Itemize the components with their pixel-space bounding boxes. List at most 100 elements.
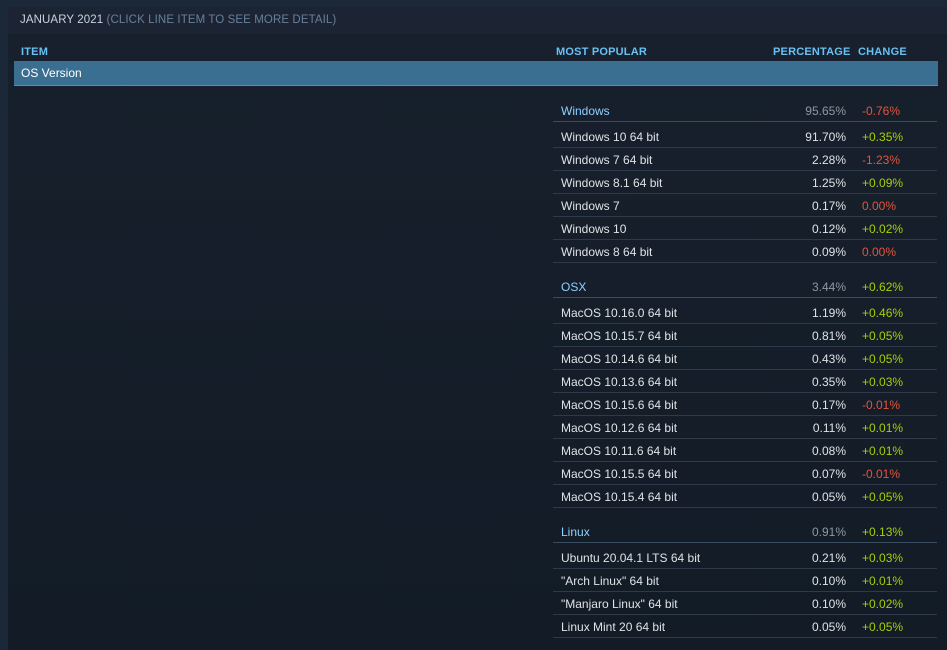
- os-version-row[interactable]: MacOS 10.15.7 64 bit 0.81% +0.05%: [553, 324, 937, 347]
- os-version-row[interactable]: Windows 7 64 bit 2.28% -1.23%: [553, 148, 937, 171]
- os-version-row[interactable]: Linux Mint 20 64 bit 0.05% +0.05%: [553, 615, 937, 638]
- os-version-percentage: 0.35%: [811, 375, 846, 389]
- period-header: JANUARY 2021 (CLICK LINE ITEM TO SEE MOR…: [8, 7, 947, 36]
- survey-page: JANUARY 2021 (CLICK LINE ITEM TO SEE MOR…: [0, 0, 947, 650]
- period-label: JANUARY 2021: [20, 14, 104, 26]
- os-version-name: Windows 8 64 bit: [561, 245, 653, 259]
- os-version-change: +0.35%: [862, 130, 904, 144]
- os-version-percentage: 0.05%: [811, 490, 846, 504]
- os-version-name: Windows 8.1 64 bit: [561, 176, 663, 190]
- os-version-percentage: 0.17%: [811, 199, 846, 213]
- os-version-row[interactable]: MacOS 10.12.6 64 bit 0.11% +0.01%: [553, 416, 937, 439]
- os-version-percentage: 0.10%: [811, 574, 846, 588]
- os-version-percentage: 0.05%: [811, 620, 846, 634]
- os-version-change: +0.01%: [862, 421, 904, 435]
- os-version-name: MacOS 10.15.6 64 bit: [561, 398, 678, 412]
- os-version-row[interactable]: Ubuntu 20.04.1 LTS 64 bit 0.21% +0.03%: [553, 546, 937, 569]
- os-version-name: MacOS 10.15.5 64 bit: [561, 467, 678, 481]
- os-version-name: MacOS 10.16.0 64 bit: [561, 306, 678, 320]
- os-version-change: +0.02%: [862, 222, 904, 236]
- os-version-change: -0.01%: [862, 467, 901, 481]
- column-header-item: ITEM: [21, 46, 49, 58]
- column-header-change: CHANGE: [858, 46, 907, 58]
- os-group-row[interactable]: OSX 3.44% +0.62%: [553, 275, 937, 298]
- os-version-row[interactable]: Windows 10 64 bit 91.70% +0.35%: [553, 125, 937, 148]
- os-version-change: 0.00%: [862, 245, 897, 259]
- os-version-percentage: 0.09%: [811, 245, 846, 259]
- os-version-percentage: 2.28%: [811, 153, 846, 167]
- os-group-name: Windows: [561, 104, 610, 118]
- os-version-change: +0.05%: [862, 352, 904, 366]
- os-version-row[interactable]: MacOS 10.15.4 64 bit 0.05% +0.05%: [553, 485, 937, 508]
- os-version-change: +0.01%: [862, 574, 904, 588]
- os-version-name: MacOS 10.12.6 64 bit: [561, 421, 678, 435]
- os-version-percentage: 91.70%: [805, 130, 846, 144]
- os-version-change: +0.01%: [862, 444, 904, 458]
- os-version-percentage: 0.81%: [811, 329, 846, 343]
- os-version-change: +0.02%: [862, 597, 904, 611]
- os-version-change: -0.01%: [862, 398, 901, 412]
- os-group-change: -0.76%: [862, 104, 901, 118]
- os-version-row[interactable]: Windows 8 64 bit 0.09% 0.00%: [553, 240, 937, 263]
- column-header-percentage: PERCENTAGE: [773, 46, 851, 58]
- os-version-row[interactable]: MacOS 10.15.5 64 bit 0.07% -0.01%: [553, 462, 937, 485]
- os-group-name: Linux: [561, 525, 590, 539]
- os-group-percentage: 95.65%: [805, 104, 846, 118]
- os-version-name: MacOS 10.13.6 64 bit: [561, 375, 678, 389]
- os-version-change: -1.23%: [862, 153, 901, 167]
- os-version-row[interactable]: "Manjaro Linux" 64 bit 0.10% +0.02%: [553, 592, 937, 615]
- os-group-percentage: 3.44%: [811, 280, 846, 294]
- os-version-row[interactable]: "Arch Linux" 64 bit 0.10% +0.01%: [553, 569, 937, 592]
- os-stats-list: Windows 95.65% -0.76% Windows 10 64 bit 91.7…: [553, 99, 937, 638]
- os-version-row[interactable]: Windows 7 0.17% 0.00%: [553, 194, 937, 217]
- os-version-name: Linux Mint 20 64 bit: [561, 620, 666, 634]
- os-version-percentage: 0.21%: [811, 551, 846, 565]
- column-header-most-popular: MOST POPULAR: [556, 46, 648, 58]
- os-version-change: +0.05%: [862, 620, 904, 634]
- os-group-change: +0.13%: [862, 525, 904, 539]
- os-group-row[interactable]: Linux 0.91% +0.13%: [553, 520, 937, 543]
- os-version-percentage: 0.08%: [811, 444, 846, 458]
- os-version-name: MacOS 10.15.4 64 bit: [561, 490, 678, 504]
- os-version-change: +0.05%: [862, 490, 904, 504]
- os-version-percentage: 0.17%: [811, 398, 846, 412]
- os-version-name: "Manjaro Linux" 64 bit: [561, 597, 678, 611]
- os-version-percentage: 1.25%: [811, 176, 846, 190]
- os-version-name: Windows 7 64 bit: [561, 153, 653, 167]
- os-version-change: +0.46%: [862, 306, 904, 320]
- os-version-row[interactable]: Windows 8.1 64 bit 1.25% +0.09%: [553, 171, 937, 194]
- category-row-os-version[interactable]: OS Version: [14, 61, 938, 86]
- os-version-name: MacOS 10.14.6 64 bit: [561, 352, 678, 366]
- os-version-change: +0.05%: [862, 329, 904, 343]
- os-version-name: "Arch Linux" 64 bit: [561, 574, 659, 588]
- period-hint: (CLICK LINE ITEM TO SEE MORE DETAIL): [106, 14, 337, 26]
- os-version-row[interactable]: MacOS 10.16.0 64 bit 1.19% +0.46%: [553, 301, 937, 324]
- os-version-percentage: 0.12%: [811, 222, 846, 236]
- os-version-row[interactable]: MacOS 10.11.6 64 bit 0.08% +0.01%: [553, 439, 937, 462]
- os-version-percentage: 0.07%: [811, 467, 846, 481]
- period-title: JANUARY 2021 (CLICK LINE ITEM TO SEE MOR…: [20, 14, 336, 26]
- os-version-percentage: 1.19%: [811, 306, 846, 320]
- os-version-name: Ubuntu 20.04.1 LTS 64 bit: [561, 551, 701, 565]
- os-version-row[interactable]: MacOS 10.15.6 64 bit 0.17% -0.01%: [553, 393, 937, 416]
- os-version-name: MacOS 10.15.7 64 bit: [561, 329, 678, 343]
- os-version-change: 0.00%: [862, 199, 897, 213]
- os-group-percentage: 0.91%: [811, 525, 846, 539]
- os-version-change: +0.03%: [862, 375, 904, 389]
- os-group-change: +0.62%: [862, 280, 904, 294]
- os-version-row[interactable]: MacOS 10.13.6 64 bit 0.35% +0.03%: [553, 370, 937, 393]
- os-version-row[interactable]: Windows 10 0.12% +0.02%: [553, 217, 937, 240]
- os-version-name: Windows 10: [561, 222, 627, 236]
- os-version-name: MacOS 10.11.6 64 bit: [561, 444, 677, 458]
- os-version-change: +0.09%: [862, 176, 904, 190]
- category-label: OS Version: [21, 66, 82, 80]
- os-version-row[interactable]: MacOS 10.14.6 64 bit 0.43% +0.05%: [553, 347, 937, 370]
- os-version-change: +0.03%: [862, 551, 904, 565]
- os-version-percentage: 0.11%: [812, 421, 846, 435]
- os-version-name: Windows 10 64 bit: [561, 130, 660, 144]
- os-group-name: OSX: [561, 280, 587, 294]
- os-group-row[interactable]: Windows 95.65% -0.76%: [553, 99, 937, 122]
- os-version-percentage: 0.10%: [811, 597, 846, 611]
